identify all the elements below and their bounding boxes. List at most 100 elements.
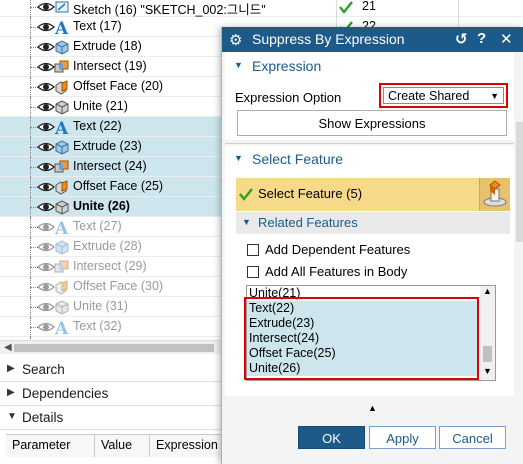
- close-icon[interactable]: ✕: [500, 30, 513, 48]
- select-feature-label: Select Feature (5): [258, 186, 363, 201]
- visibility-eye-icon[interactable]: [37, 260, 55, 274]
- checkmark-icon: [338, 0, 354, 15]
- visibility-eye-icon[interactable]: [37, 80, 55, 94]
- feature-label: Unite (26): [73, 199, 130, 213]
- ok-button[interactable]: OK: [298, 426, 365, 449]
- suppress-by-expression-dialog: ⚙ Suppress By Expression ↺ ? ✕ ▼ Express…: [221, 27, 523, 464]
- tree-row[interactable]: Sketch (16) "SKETCH_002:그니드" 21: [0, 0, 523, 17]
- apply-button[interactable]: Apply: [369, 426, 436, 449]
- visibility-eye-icon[interactable]: [37, 180, 55, 194]
- cancel-button[interactable]: Cancel: [439, 426, 506, 449]
- tree-connector: [24, 77, 38, 97]
- offset-feature-icon: [54, 79, 70, 95]
- offset-feature-icon: [54, 279, 70, 295]
- expression-option-value: Create Shared: [388, 89, 470, 103]
- checkmark-icon: [238, 186, 254, 205]
- collapse-up-icon[interactable]: ▲: [368, 403, 377, 413]
- unite-feature-icon: [54, 99, 70, 115]
- dialog-title-bar[interactable]: ⚙ Suppress By Expression ↺ ? ✕: [222, 27, 523, 52]
- list-scrollbar[interactable]: ▲ ▼: [480, 286, 495, 380]
- expression-option-highlight: Create Shared ▼: [379, 83, 508, 108]
- sketch-feature-icon: [54, 0, 70, 15]
- tree-connector: [24, 177, 38, 197]
- intersect-feature-icon: [54, 59, 70, 75]
- dialog-scroll-thumb[interactable]: [516, 122, 523, 242]
- show-expressions-button[interactable]: Show Expressions: [237, 110, 507, 136]
- offset-feature-icon: [54, 179, 70, 195]
- tree-connector: [24, 0, 38, 17]
- text-feature-icon: A: [54, 219, 70, 239]
- gear-icon: ⚙: [229, 32, 243, 49]
- visibility-eye-icon[interactable]: [37, 320, 55, 334]
- list-scroll-thumb[interactable]: [483, 346, 492, 362]
- tree-connector: [24, 137, 38, 157]
- related-features-label: Related Features: [258, 215, 358, 230]
- scroll-left-icon[interactable]: ◀: [4, 342, 12, 353]
- add-dependent-features-checkbox[interactable]: Add Dependent Features: [247, 242, 410, 257]
- visibility-eye-icon[interactable]: [37, 60, 55, 74]
- chevron-down-icon: ▼: [7, 411, 17, 422]
- feature-label: Offset Face (20): [73, 79, 164, 93]
- dialog-scrollbar[interactable]: [515, 52, 523, 419]
- tree-connector: [24, 17, 38, 37]
- select-feature-group-header[interactable]: ▼ Select Feature: [225, 148, 514, 170]
- scroll-thumb[interactable]: [14, 344, 214, 352]
- visibility-eye-icon[interactable]: [37, 100, 55, 114]
- tree-connector: [24, 317, 38, 337]
- svg-text:A: A: [54, 19, 69, 35]
- chevron-down-icon: ▼: [234, 153, 243, 163]
- dialog-title: Suppress By Expression: [252, 31, 405, 47]
- checkbox-box[interactable]: [247, 244, 259, 256]
- tree-connector: [24, 97, 38, 117]
- tree-connector: [24, 37, 38, 57]
- help-icon[interactable]: ?: [477, 30, 486, 47]
- feature-label: Extrude (18): [73, 39, 142, 53]
- svg-text:A: A: [54, 319, 69, 335]
- visibility-eye-icon[interactable]: [37, 120, 55, 134]
- checkbox-box[interactable]: [247, 266, 259, 278]
- visibility-eye-icon[interactable]: [37, 40, 55, 54]
- visibility-eye-icon[interactable]: [37, 200, 55, 214]
- feature-label: Extrude (23): [73, 139, 142, 153]
- details-panel-label: Details: [22, 410, 64, 425]
- expression-group-header[interactable]: ▼ Expression: [225, 55, 514, 77]
- expression-option-select[interactable]: Create Shared ▼: [383, 87, 504, 104]
- add-all-features-checkbox[interactable]: Add All Features in Body: [247, 264, 407, 279]
- list-selection-highlight: [244, 297, 479, 380]
- expression-option-label: Expression Option: [235, 90, 342, 105]
- chevron-right-icon: ▶: [7, 387, 15, 398]
- feature-label: Offset Face (25): [73, 179, 164, 193]
- chevron-down-icon: ▼: [242, 217, 251, 227]
- intersect-feature-icon: [54, 159, 70, 175]
- tree-connector: [24, 57, 38, 77]
- column-header-parameter[interactable]: Parameter: [6, 435, 95, 457]
- column-header-expression[interactable]: Expression: [150, 435, 230, 457]
- tree-connector: [24, 277, 38, 297]
- visibility-eye-icon[interactable]: [37, 280, 55, 294]
- add-dependent-features-label: Add Dependent Features: [265, 242, 411, 257]
- feature-label: Intersect (19): [73, 59, 147, 73]
- select-feature-row[interactable]: Select Feature (5): [236, 178, 510, 211]
- add-all-features-label: Add All Features in Body: [265, 264, 408, 279]
- reset-icon[interactable]: ↺: [455, 30, 468, 48]
- column-header-value[interactable]: Value: [95, 435, 150, 457]
- feature-label: Text (32): [73, 319, 122, 333]
- unite-feature-icon: [54, 299, 70, 315]
- visibility-eye-icon[interactable]: [37, 140, 55, 154]
- visibility-eye-icon[interactable]: [37, 0, 55, 14]
- related-features-header[interactable]: ▼ Related Features: [236, 212, 510, 234]
- scroll-down-icon[interactable]: ▼: [483, 366, 492, 376]
- feature-label: Unite (21): [73, 99, 128, 113]
- extrude-feature-icon: [54, 239, 70, 255]
- visibility-eye-icon[interactable]: [37, 220, 55, 234]
- visibility-eye-icon[interactable]: [37, 240, 55, 254]
- visibility-eye-icon[interactable]: [37, 20, 55, 34]
- feature-selector-icon[interactable]: [479, 178, 510, 211]
- expression-group-label: Expression: [252, 58, 322, 74]
- scroll-up-icon[interactable]: ▲: [483, 286, 492, 296]
- visibility-eye-icon[interactable]: [37, 300, 55, 314]
- tree-connector: [24, 257, 38, 277]
- visibility-eye-icon[interactable]: [37, 160, 55, 174]
- feature-label: Intersect (24): [73, 159, 147, 173]
- search-panel-label: Search: [22, 362, 65, 377]
